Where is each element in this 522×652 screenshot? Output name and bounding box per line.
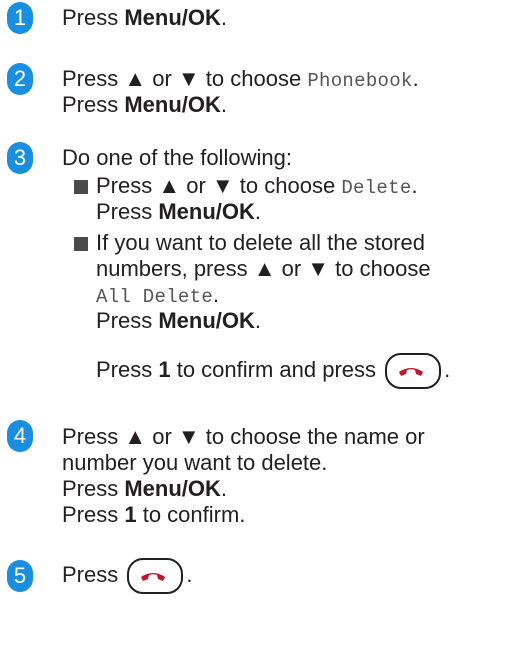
step-number-1: 1 bbox=[7, 2, 33, 34]
square-bullet-icon bbox=[74, 237, 88, 251]
step-3-bullet-2-line-1: If you want to delete all the stored bbox=[96, 230, 425, 255]
menu-ok-label: Menu/OK bbox=[124, 5, 221, 30]
step-4-line-4: Press 1 to confirm. bbox=[62, 502, 245, 528]
bullet-1-text: Press ▲ or ▼ to choose bbox=[96, 173, 342, 198]
square-bullet-icon bbox=[74, 180, 88, 194]
period: . bbox=[254, 308, 262, 333]
step-number-2: 2 bbox=[7, 63, 33, 95]
period: . bbox=[220, 92, 228, 117]
step-4-line-1: Press ▲ or ▼ to choose the name or bbox=[62, 424, 425, 449]
step-number-4: 4 bbox=[7, 420, 33, 452]
lcd-all-delete: All Delete bbox=[96, 286, 214, 308]
lcd-phonebook: Phonebook bbox=[307, 70, 413, 92]
step-2-text: Press ▲ or ▼ to choose bbox=[62, 66, 308, 91]
step-1-text: Press Menu/OK. bbox=[62, 5, 227, 31]
key-1-label: 1 bbox=[124, 502, 137, 527]
period: . bbox=[220, 476, 228, 501]
step-3-intro: Do one of the following: bbox=[62, 145, 292, 170]
period: . bbox=[186, 562, 193, 587]
step-2-line-1: Press ▲ or ▼ to choose Phonebook. bbox=[62, 66, 419, 94]
period: . bbox=[412, 66, 419, 91]
lcd-delete: Delete bbox=[341, 177, 412, 199]
step-3-bullet-2-line-2: numbers, press ▲ or ▼ to choose bbox=[96, 256, 431, 281]
bullet-1-press: Press bbox=[96, 199, 159, 224]
end-call-key-icon bbox=[127, 558, 184, 595]
key-1-label: 1 bbox=[158, 357, 171, 382]
end-call-key-icon bbox=[385, 353, 442, 390]
step-4-line-3: Press Menu/OK. bbox=[62, 476, 227, 502]
step-4-press: Press bbox=[62, 476, 125, 501]
step-4-line-2: number you want to delete. bbox=[62, 450, 328, 475]
step-5-press: Press bbox=[62, 562, 125, 587]
step-2-press: Press bbox=[62, 92, 125, 117]
confirm-press: Press bbox=[96, 357, 159, 382]
bullet-2-press: Press bbox=[96, 308, 159, 333]
period: . bbox=[411, 173, 418, 198]
period: . bbox=[254, 199, 262, 224]
menu-ok-label: Menu/OK bbox=[124, 476, 221, 501]
period: . bbox=[213, 282, 220, 307]
confirm-text: to confirm and press bbox=[170, 357, 383, 382]
menu-ok-label: Menu/OK bbox=[158, 308, 255, 333]
step-3-bullet-1-line-1: Press ▲ or ▼ to choose Delete. bbox=[96, 173, 418, 201]
step-3-bullet-2-line-4: Press Menu/OK. bbox=[96, 308, 261, 334]
step-4-press-1: Press bbox=[62, 502, 125, 527]
period: . bbox=[444, 357, 451, 382]
confirm-text: to confirm. bbox=[136, 502, 246, 527]
step-5-line: Press . bbox=[62, 558, 193, 595]
step-1-text-a: Press bbox=[62, 5, 125, 30]
menu-ok-label: Menu/OK bbox=[124, 92, 221, 117]
menu-ok-label: Menu/OK bbox=[158, 199, 255, 224]
step-2-line-2: Press Menu/OK. bbox=[62, 92, 227, 118]
step-3-bullet-2-line-3: All Delete. bbox=[96, 282, 219, 310]
step-3-confirm-line: Press 1 to confirm and press . bbox=[96, 353, 451, 390]
step-3-bullet-1-line-2: Press Menu/OK. bbox=[96, 199, 261, 225]
period: . bbox=[220, 5, 228, 30]
step-number-3: 3 bbox=[7, 142, 33, 174]
step-number-5: 5 bbox=[7, 560, 33, 592]
